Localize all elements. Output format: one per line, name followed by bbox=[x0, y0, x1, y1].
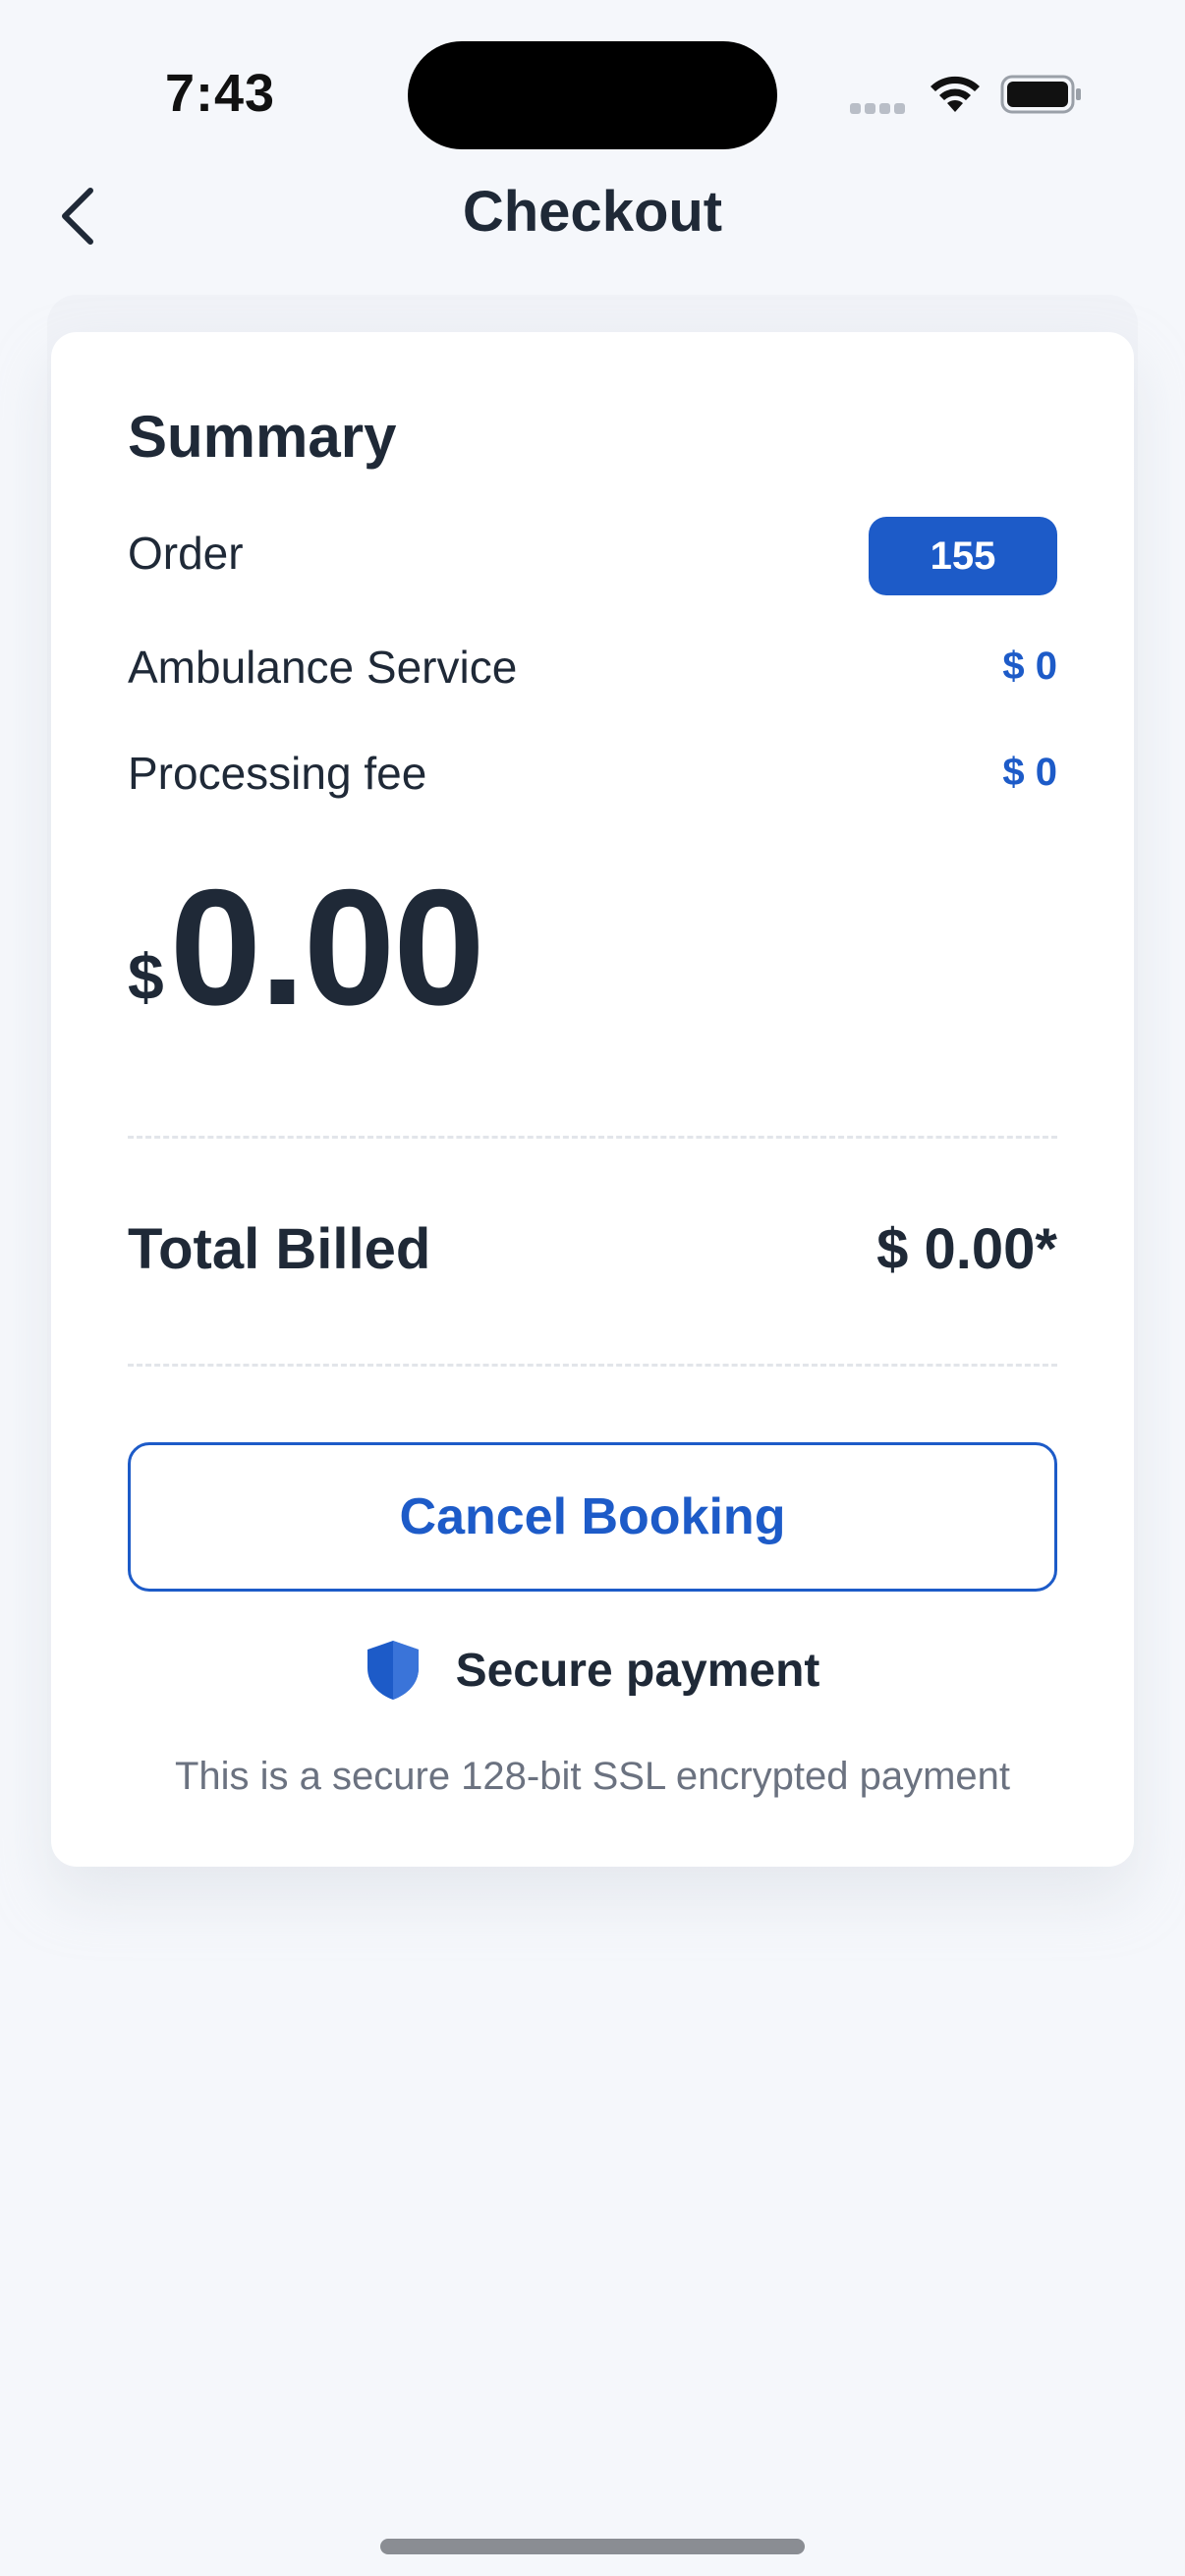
status-time: 7:43 bbox=[165, 64, 276, 123]
secure-payment-note: This is a secure 128-bit SSL encrypted p… bbox=[174, 1755, 1011, 1798]
total-billed-label: Total Billed bbox=[128, 1217, 431, 1281]
secure-payment-row: Secure payment bbox=[51, 1639, 1134, 1702]
ambulance-service-label: Ambulance Service bbox=[128, 642, 518, 693]
cellular-signal-icon bbox=[850, 101, 909, 119]
order-label: Order bbox=[128, 528, 244, 579]
cancel-booking-button[interactable]: Cancel Booking bbox=[128, 1442, 1057, 1592]
divider-bottom bbox=[128, 1364, 1057, 1367]
amount-currency: $ bbox=[128, 940, 164, 1013]
status-bar: 7:43 bbox=[0, 0, 1185, 187]
amount-display: $ 0.00 bbox=[128, 855, 485, 1039]
checkout-screen: 7:43 Checkout Summary Order 155 Ambulanc… bbox=[0, 0, 1185, 2576]
amount-value: 0.00 bbox=[169, 855, 485, 1039]
order-number-badge: 155 bbox=[869, 517, 1057, 595]
ambulance-service-value: $ 0 bbox=[1002, 644, 1057, 688]
divider-top bbox=[128, 1136, 1057, 1139]
processing-fee-label: Processing fee bbox=[128, 748, 427, 799]
battery-icon bbox=[1000, 75, 1081, 114]
home-indicator[interactable] bbox=[380, 2539, 805, 2554]
processing-fee-value: $ 0 bbox=[1002, 751, 1057, 794]
total-billed-value: $ 0.00* bbox=[876, 1217, 1057, 1281]
dynamic-island bbox=[408, 41, 777, 149]
secure-payment-label: Secure payment bbox=[455, 1644, 820, 1697]
summary-heading: Summary bbox=[128, 404, 397, 470]
wifi-icon bbox=[931, 76, 980, 112]
summary-card: Summary Order 155 Ambulance Service $ 0 … bbox=[51, 332, 1134, 1867]
page-title: Checkout bbox=[462, 180, 723, 244]
shield-icon bbox=[367, 1641, 419, 1700]
